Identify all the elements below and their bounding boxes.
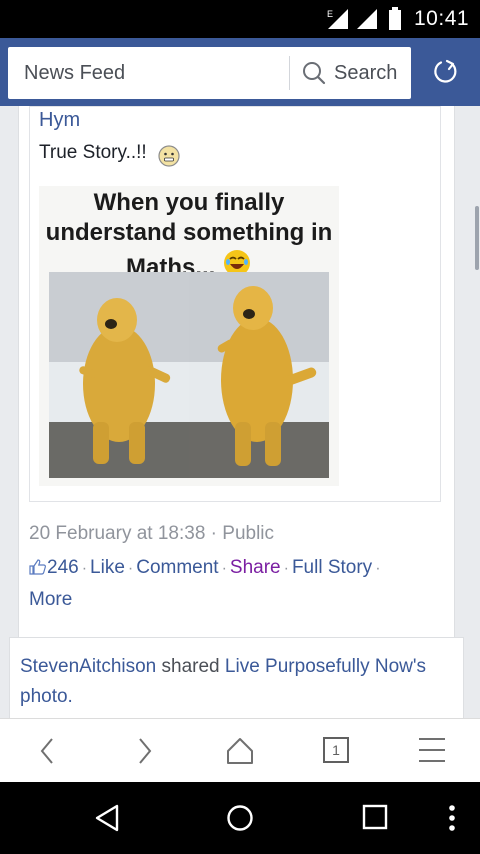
refresh-icon[interactable] — [431, 58, 459, 91]
post-actions: 246 · Like · Comment · Share · Full Story · More — [29, 553, 439, 615]
like-icon — [29, 555, 47, 585]
full-story-link[interactable]: Full Story — [292, 557, 372, 578]
page-title[interactable]: News Feed — [24, 62, 125, 85]
smiley-icon — [157, 144, 181, 173]
post-text: True Story..!! — [39, 142, 147, 163]
nav-back-icon[interactable] — [94, 804, 120, 837]
likes-count: 246 — [47, 557, 79, 578]
battery-icon — [388, 7, 402, 36]
next-post-card[interactable]: StevenAitchison shared Live Purposefully… — [9, 637, 464, 718]
separator: · — [375, 560, 381, 577]
tabs-icon[interactable]: 1 — [323, 737, 349, 763]
signal-icon — [356, 8, 378, 35]
news-feed[interactable]: Hym True Story..!! When you finally unde… — [0, 106, 480, 718]
like-link[interactable]: Like — [90, 557, 125, 578]
search-button-label[interactable]: Search — [334, 62, 397, 85]
overflow-icon[interactable] — [448, 804, 456, 837]
post-author-link[interactable]: Hym — [39, 109, 80, 132]
browser-toolbar: 1 — [0, 718, 480, 782]
next-post-header: StevenAitchison shared Live Purposefully… — [20, 652, 460, 712]
comment-link[interactable]: Comment — [136, 557, 218, 578]
app-header: News Feed Search — [0, 38, 480, 106]
separator: · — [81, 560, 88, 577]
forward-icon[interactable] — [132, 737, 156, 770]
status-bar: E 10:41 — [0, 0, 480, 38]
svg-text:E: E — [327, 9, 333, 19]
scrollbar[interactable] — [475, 206, 479, 270]
likes-count-link[interactable]: 246 — [29, 557, 79, 578]
next-post-author-link[interactable]: StevenAitchison — [20, 656, 156, 677]
search-icon[interactable] — [302, 61, 326, 90]
home-icon[interactable] — [226, 737, 254, 770]
post-image[interactable]: When you finally understand something in… — [39, 186, 339, 486]
mobile-signal-icon: E — [326, 8, 350, 35]
separator: · — [283, 560, 289, 577]
separator: · — [221, 560, 227, 577]
next-post-photo-link[interactable]: photo. — [20, 686, 73, 707]
share-link[interactable]: Share — [230, 557, 281, 578]
next-post-page-link[interactable]: Live Purposefully Now's — [225, 656, 426, 677]
separator: · — [127, 560, 134, 577]
menu-icon[interactable] — [418, 737, 446, 768]
nav-recents-icon[interactable] — [362, 804, 388, 835]
post-timestamp[interactable]: 20 February at 18:38 · Public — [29, 523, 274, 545]
polar-bear-photo-left — [49, 272, 189, 478]
divider — [289, 56, 290, 90]
nav-home-icon[interactable] — [226, 804, 254, 837]
next-post-verb: shared — [161, 656, 220, 677]
search-bar[interactable]: News Feed Search — [8, 47, 411, 99]
more-link[interactable]: More — [29, 589, 72, 610]
system-nav-bar — [0, 782, 480, 854]
polar-bear-photo-right — [189, 272, 329, 478]
clock: 10:41 — [414, 7, 470, 30]
back-icon[interactable] — [36, 737, 60, 770]
